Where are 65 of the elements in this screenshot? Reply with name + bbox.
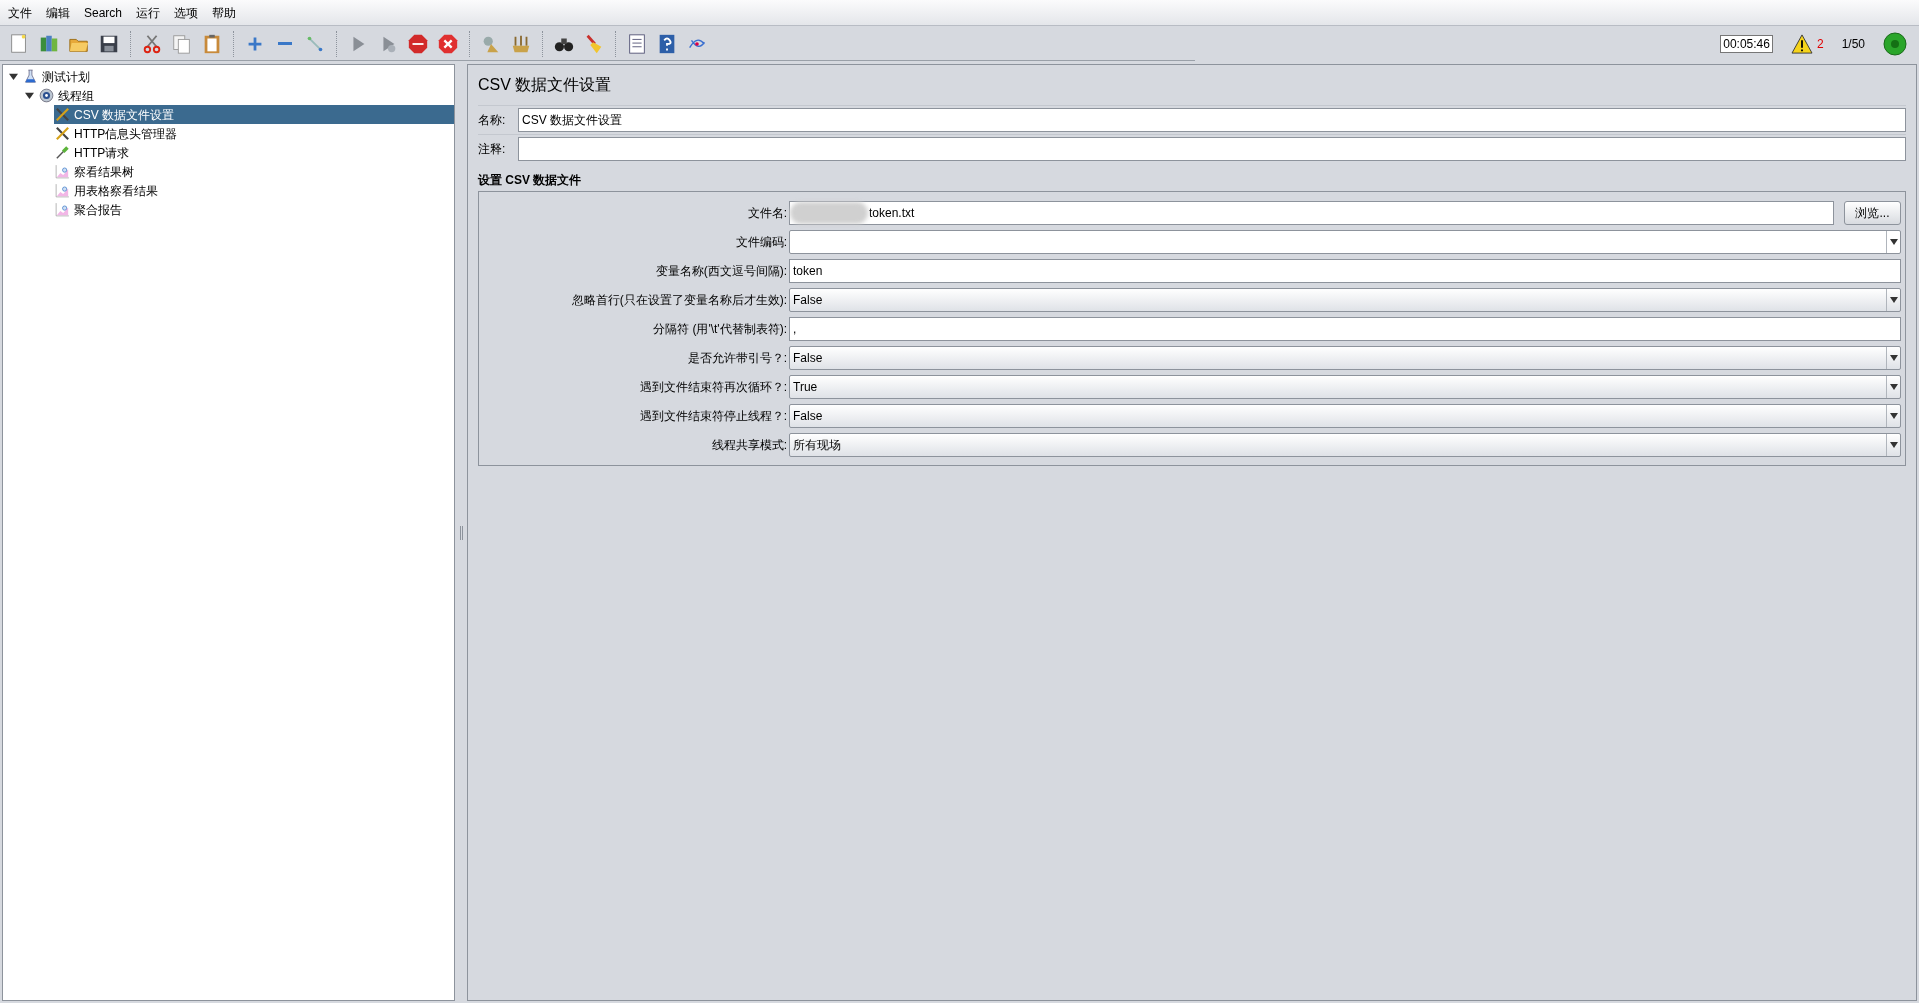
dropdown[interactable]: 所有现场	[789, 432, 1901, 457]
section-title: 设置 CSV 数据文件	[478, 172, 583, 189]
splitter-handle[interactable]	[459, 525, 463, 540]
elapsed-time: 00:05:46	[1720, 35, 1773, 53]
dropdown[interactable]: False	[789, 287, 1901, 312]
dropdown[interactable]: False	[789, 345, 1901, 370]
tree-item[interactable]: 测试计划	[22, 67, 94, 86]
dropdown-arrow-icon	[1889, 354, 1898, 361]
field-label: 线程共享模式:	[710, 436, 787, 454]
menu-item[interactable]: 选项	[172, 3, 201, 22]
expanded-toggle-icon[interactable]	[8, 72, 18, 81]
menu-item[interactable]: 编辑	[44, 3, 72, 22]
panel-title: CSV 数据文件设置	[478, 75, 613, 95]
field-label: 分隔符 (用'\t'代替制表符):	[652, 320, 787, 338]
copy-icon	[171, 32, 193, 55]
menu-item[interactable]: Search	[82, 3, 125, 22]
dropdown-arrow-icon	[1889, 296, 1898, 303]
dropdown[interactable]: False	[789, 403, 1901, 428]
listener-icon	[54, 163, 71, 180]
field-label: 文件编码:	[734, 233, 787, 251]
minus-icon	[275, 41, 295, 46]
field-label: 遇到文件结束符再次循环？:	[638, 378, 787, 396]
tree-item[interactable]: HTTP信息头管理器	[54, 124, 182, 143]
dropdown-arrow-icon	[1889, 412, 1898, 419]
field-label: 忽略首行(只在设置了变量名称后才生效):	[570, 291, 787, 309]
plan-icon	[22, 68, 39, 85]
sampler-icon	[54, 144, 71, 161]
field-label: 是否允许带引号？:	[686, 349, 787, 367]
config-icon	[54, 106, 71, 123]
field-label: 变量名称(西文逗号间隔):	[654, 262, 787, 280]
tree-item[interactable]: 察看结果树	[54, 162, 138, 181]
dropdown-arrow-icon	[1889, 441, 1898, 448]
thread-count: 1/50	[1841, 36, 1865, 53]
text-field[interactable]: token	[789, 258, 1901, 283]
expanded-toggle-icon[interactable]	[24, 91, 34, 100]
stop-icon	[407, 32, 429, 55]
file-name-field[interactable]: token.txt	[789, 200, 1834, 225]
dropdown-arrow-icon	[1889, 238, 1898, 245]
close-icon	[437, 32, 459, 55]
field-label: 注释:	[478, 141, 507, 158]
field-label: 名称:	[478, 112, 507, 129]
listener-icon	[54, 182, 71, 199]
config-icon	[54, 125, 71, 142]
dropdown[interactable]: True	[789, 374, 1901, 399]
browse-button[interactable]: 浏览...	[1844, 200, 1901, 225]
name-field[interactable]: CSV 数据文件设置	[518, 108, 1906, 132]
tree-item[interactable]: 用表格察看结果	[54, 181, 162, 200]
text-field[interactable]: ,	[789, 316, 1901, 341]
list-icon	[626, 32, 648, 55]
tree-item[interactable]: 聚合报告	[54, 200, 126, 219]
tree-item[interactable]: HTTP请求	[54, 143, 134, 162]
menu-item[interactable]: 运行	[134, 3, 163, 22]
threads-icon	[38, 87, 55, 104]
warning-icon[interactable]	[1790, 34, 1813, 54]
dropdown[interactable]	[789, 229, 1901, 254]
warning-count: 2	[1816, 36, 1824, 53]
field-label: 遇到文件结束符停止线程？:	[638, 407, 787, 425]
listener-icon	[54, 201, 71, 218]
menu-item[interactable]: 文件	[6, 3, 34, 22]
tree-item[interactable]: CSV 数据文件设置	[54, 105, 454, 124]
comment-field[interactable]	[518, 137, 1906, 161]
menu-item[interactable]: 帮助	[210, 3, 239, 22]
dropdown-arrow-icon	[1889, 383, 1898, 390]
field-label: 文件名:	[746, 204, 787, 222]
tree-item[interactable]: 线程组	[38, 86, 98, 105]
